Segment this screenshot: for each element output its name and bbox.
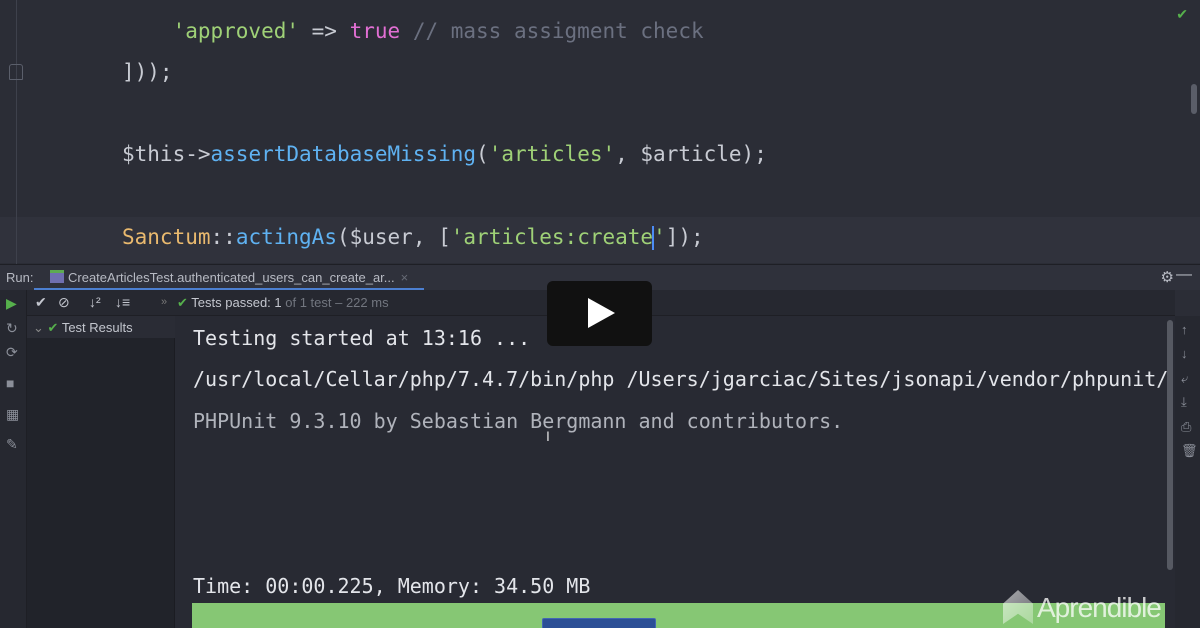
success-check-icon: ✔ [47,320,59,335]
code-line: ])); [122,60,173,84]
sort-duration-icon[interactable]: ↓≡ [115,294,130,310]
pin-icon[interactable]: ✎ [6,436,18,453]
layout-icon[interactable]: ▦ [6,406,19,423]
print-icon[interactable]: ⎙ [1181,419,1191,435]
console-line: Testing started at 13:16 ... [193,326,531,350]
console-line: /usr/local/Cellar/php/7.4.7/bin/php /Use… [193,367,1169,391]
sort-alpha-icon[interactable]: ↓² [89,294,101,310]
code-editor[interactable]: 'approved' => true // mass assigment che… [0,0,1200,264]
aprendible-logo-icon [1003,590,1033,624]
rerun-failed-icon[interactable]: ↻ [6,320,18,337]
text-cursor-icon: I [546,428,550,444]
test-run-icon [50,270,64,283]
tree-item-label: Test Results [61,320,133,335]
code-line: 'approved' => true // mass assigment che… [172,19,704,43]
console-line: PHPUnit 9.3.10 by Sebastian Bergmann and… [193,409,844,433]
soft-wrap-icon[interactable]: ⤶ [1181,371,1188,387]
rerun-icon[interactable]: ▶ [6,295,17,312]
video-play-button[interactable] [547,281,652,346]
trash-icon[interactable]: 🗑 [1181,443,1198,459]
tree-item-test-results[interactable]: ⌄ ✔ Test Results [27,316,175,338]
overlay-button[interactable] [542,618,656,628]
inspection-ok-icon[interactable]: ✔ [1176,6,1188,23]
fold-icon[interactable] [9,64,23,80]
down-arrow-icon[interactable]: ↓ [1181,346,1188,361]
code-line: Sanctum::actingAs($user, ['articles:crea… [122,225,704,250]
run-label: Run: [6,270,34,285]
gutter-divider [16,0,17,264]
up-arrow-icon[interactable]: ↑ [1181,322,1188,337]
tests-status: ✔ Tests passed: 1 of 1 test – 222 ms [177,295,389,310]
run-tab[interactable]: CreateArticlesTest.authenticated_users_c… [34,265,424,291]
show-passed-icon[interactable]: ✔ [35,294,47,311]
console-line: Time: 00:00.225, Memory: 34.50 MB [193,574,591,598]
code-line: $this->assertDatabaseMissing('articles',… [122,142,767,166]
console-output[interactable]: Testing started at 13:16 ... /usr/local/… [175,316,1175,628]
close-tab-icon[interactable]: × [401,270,409,285]
toggle-auto-test-icon[interactable]: ⟳ [6,344,18,361]
aprendible-watermark: Aprendible [1003,590,1162,624]
console-side-toolbar: ↑ ↓ ⤶ ⤓ ⎙ 🗑 [1175,316,1200,628]
scroll-to-end-icon[interactable]: ⤓ [1181,394,1187,410]
success-check-icon: ✔ [177,295,188,310]
stop-icon[interactable]: ■ [6,375,14,391]
minimize-icon[interactable]: — [1176,266,1192,284]
editor-scrollbar[interactable] [1191,84,1197,114]
run-side-toolbar: ▶ ↻ ⟳ ■ ▦ ✎ [0,290,27,628]
console-scrollbar[interactable] [1167,320,1173,570]
chevron-down-icon: ⌄ [33,320,44,335]
gear-icon[interactable]: ⚙ [1161,268,1174,286]
test-tree: ⌄ ✔ Test Results [27,316,175,628]
show-ignored-icon[interactable]: ⊘ [58,294,70,311]
expand-icon[interactable]: » [161,296,167,308]
run-tab-label: CreateArticlesTest.authenticated_users_c… [68,270,395,285]
